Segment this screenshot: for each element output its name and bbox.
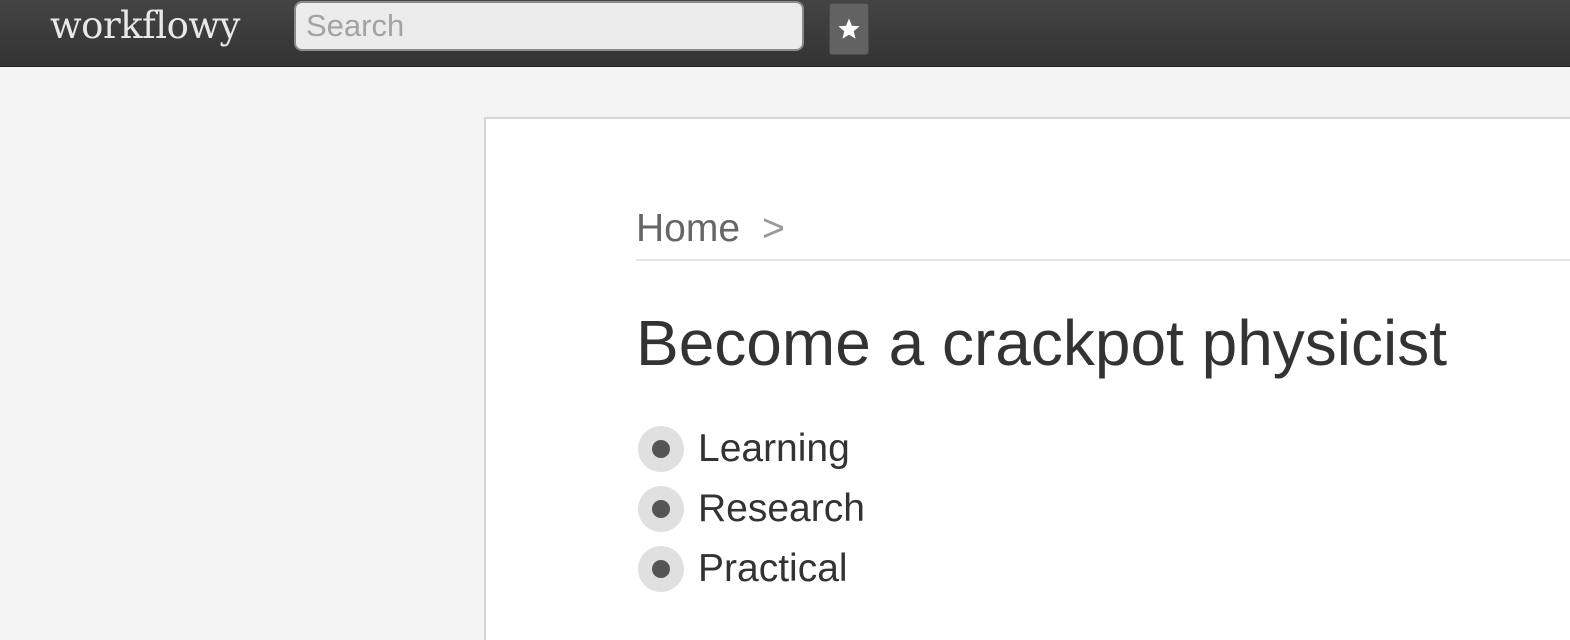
main-panel: Home > Become a crackpot physicist Learni…	[484, 117, 1570, 640]
breadcrumb-home-link[interactable]: Home	[636, 207, 740, 250]
starred-button[interactable]	[829, 3, 869, 55]
bullet-icon[interactable]	[638, 486, 684, 532]
list-item[interactable]: Practical	[638, 539, 865, 599]
bullet-dot	[652, 440, 670, 458]
list-item[interactable]: Learning	[638, 419, 865, 479]
search-input[interactable]	[294, 1, 804, 51]
bullet-dot	[652, 500, 670, 518]
list-item-label[interactable]: Practical	[698, 547, 848, 591]
bullet-icon[interactable]	[638, 546, 684, 592]
list-item-label[interactable]: Learning	[698, 427, 850, 471]
list-item[interactable]: Research	[638, 479, 865, 539]
top-bar: workflowy	[0, 0, 1570, 67]
list-item-label[interactable]: Research	[698, 487, 865, 531]
outline-list: Learning Research Practical	[638, 419, 865, 599]
logo[interactable]: workflowy	[50, 4, 240, 47]
bullet-dot	[652, 560, 670, 578]
breadcrumb-separator: >	[762, 207, 785, 250]
bullet-icon[interactable]	[638, 426, 684, 472]
breadcrumb: Home >	[636, 207, 1570, 261]
page-title[interactable]: Become a crackpot physicist	[636, 305, 1447, 381]
star-icon	[838, 18, 860, 39]
